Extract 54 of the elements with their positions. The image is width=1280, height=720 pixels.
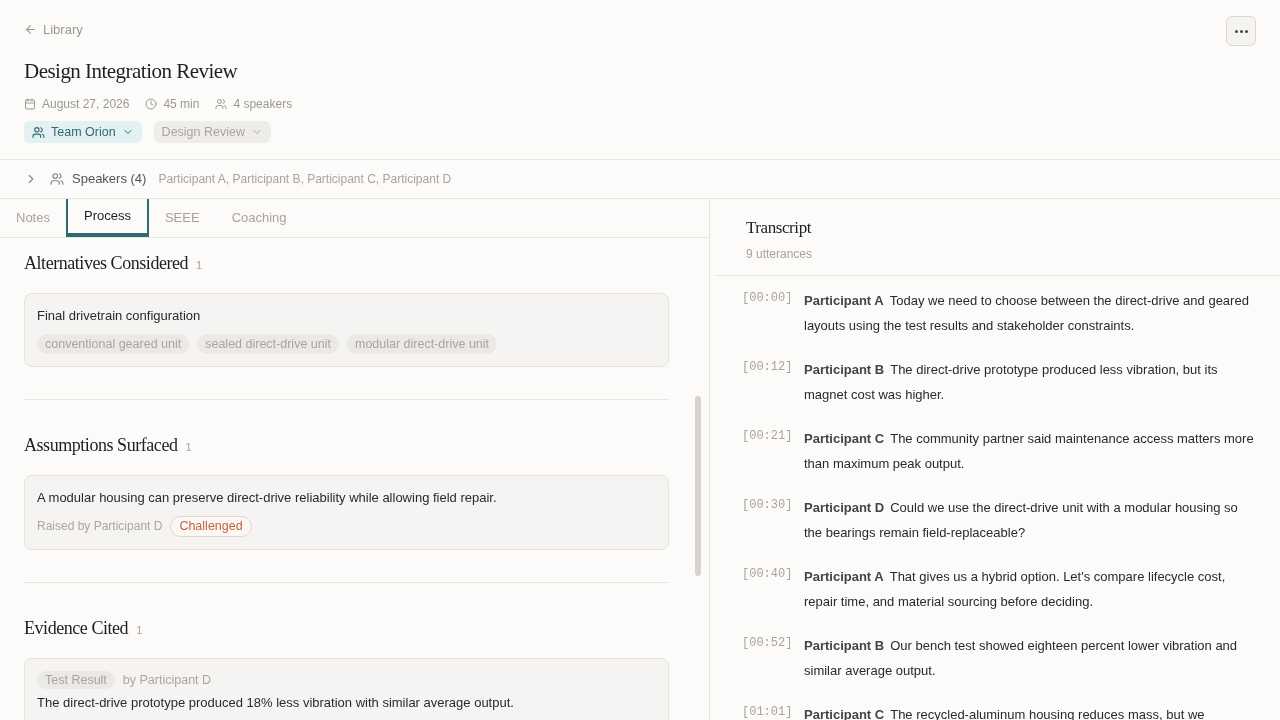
section-title: Evidence Cited: [24, 616, 129, 640]
tab[interactable]: Notes: [0, 199, 66, 237]
utterance-text: Participant B The direct-drive prototype produced less vibration, but its magnet cost was higher.: [804, 360, 1219, 404]
date-text: August 27, 2026: [42, 96, 130, 113]
timestamp: [00:40]: [742, 565, 792, 583]
speakers-row[interactable]: Speakers (4) Participant A, Participant B, Participant C, Participant D: [0, 160, 1280, 199]
users-icon: [32, 125, 45, 139]
card-text: Final drivetrain configuration: [37, 307, 202, 325]
tab[interactable]: Process: [65, 199, 149, 237]
speakers-label: Speakers (4): [72, 170, 147, 189]
scrollbar[interactable]: [695, 396, 701, 576]
more-icon: [1234, 29, 1248, 33]
duration-text: 45 min: [163, 96, 200, 113]
option-chip: sealed direct-drive unit: [197, 333, 339, 355]
tab[interactable]: Coaching: [215, 199, 303, 237]
timestamp: [00:21]: [742, 427, 792, 445]
timestamp: [00:30]: [742, 496, 792, 514]
clock-icon: [145, 98, 158, 110]
back-arrow-icon: [24, 23, 37, 37]
timestamp: [00:00]: [742, 289, 792, 307]
back-link[interactable]: Library: [24, 20, 83, 40]
card-text: The direct-drive prototype produced 18% less vibration with similar average output.: [37, 694, 515, 713]
utterance-count: 9 utterances: [746, 245, 814, 263]
cited-by-text: by Participant D: [122, 671, 212, 689]
tag-dropdown[interactable]: Team Orion: [24, 121, 142, 143]
calendar-icon: [24, 98, 36, 110]
timestamp: [00:12]: [742, 358, 792, 376]
raised-by-text: Raised by Participant D: [37, 518, 163, 536]
users-icon: [50, 172, 64, 186]
section-title: Assumptions Surfaced: [24, 434, 178, 458]
speakers-count-text: 4 speakers: [233, 96, 293, 113]
utterance-text: Participant C The community partner said maintenance access matters more than maximum peak output.: [804, 429, 1255, 473]
utterance-text: Participant A That gives us a hybrid option. Let's compare lifecycle cost, repair time, and material sourcing before deciding.: [804, 567, 1227, 611]
transcript-title: Transcript: [746, 217, 813, 239]
section-count: 1: [136, 622, 143, 638]
section-count: 1: [196, 258, 203, 273]
section-count: 1: [185, 440, 192, 456]
timestamp: [01:01]: [742, 703, 792, 720]
option-chip: modular direct-drive unit: [347, 333, 498, 355]
more-button[interactable]: [1226, 16, 1256, 46]
tab[interactable]: SEEE: [148, 199, 216, 237]
option-chip: conventional geared unit: [37, 333, 190, 355]
timestamp: [00:52]: [742, 634, 792, 652]
speakers-names: Participant A, Participant B, Participant C, Participant D: [158, 171, 452, 188]
utterance-text: Participant A Today we need to choose between the direct-drive and geared layouts using the test results and stakeholder constraints.: [804, 291, 1250, 335]
card-text: A modular housing can preserve direct-drive reliability while allowing field repair.: [37, 489, 498, 508]
tag-dropdown[interactable]: Design Review: [153, 121, 271, 143]
users-icon: [215, 98, 228, 110]
status-chip: Challenged: [170, 515, 252, 537]
page-title: Design Integration Review: [24, 57, 239, 85]
utterance-text: Participant B Our bench test showed eighteen percent lower vibration and similar average output.: [804, 636, 1239, 680]
utterance-text: Participant D Could we use the direct-drive unit with a modular housing so the bearings remain field-replaceable?: [804, 498, 1239, 542]
section-title: Alternatives Considered: [24, 252, 189, 275]
evidence-tag: Test Result: [37, 670, 115, 690]
